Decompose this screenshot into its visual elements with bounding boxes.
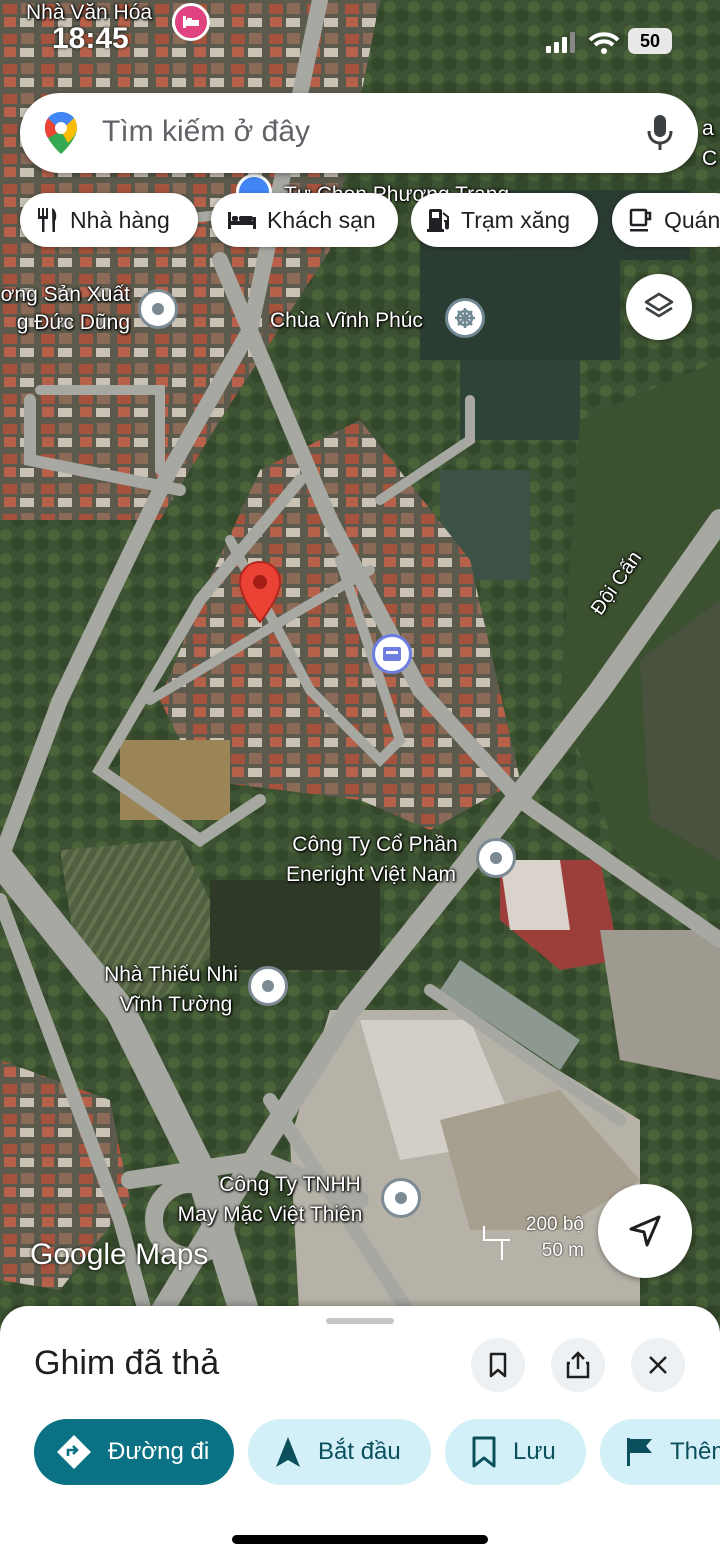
poi-pin-icon[interactable] — [138, 289, 178, 329]
google-maps-logo-icon — [45, 112, 77, 154]
coffee-cup-icon — [628, 207, 654, 233]
share-button[interactable] — [551, 1338, 605, 1392]
chip-label: Khách sạn — [267, 206, 376, 233]
label-nha-thieu-nhi-line2[interactable]: Vĩnh Tường — [96, 992, 256, 1017]
home-indicator[interactable] — [232, 1535, 488, 1544]
scale-meters: 50 m — [541, 1240, 584, 1261]
chip-restaurants[interactable]: Nhà hàng — [20, 193, 198, 247]
more-label: Thêm — [670, 1438, 720, 1465]
bed-icon — [227, 210, 257, 230]
layers-button[interactable] — [626, 274, 692, 340]
wifi-icon — [588, 32, 620, 54]
chip-cafes[interactable]: Quán — [612, 193, 720, 247]
scale-bar — [483, 1226, 510, 1260]
label-edge-right-1: a — [702, 117, 714, 140]
save-label: Lưu — [513, 1438, 556, 1465]
label-chua-vinh-phuc[interactable]: Chùa Vĩnh Phúc — [270, 308, 423, 333]
search-bar[interactable]: Tìm kiếm ở đây — [20, 93, 698, 173]
start-navigation-button[interactable]: Bắt đầu — [248, 1419, 431, 1485]
bookmark-icon — [489, 1352, 507, 1378]
label-cong-ty-co-phan-line2[interactable]: Eneright Việt Nam — [262, 862, 480, 887]
map-scale: 200 bộ 50 m — [480, 1214, 590, 1264]
temple-pin-icon[interactable] — [445, 298, 485, 338]
chip-hotels[interactable]: Khách sạn — [211, 193, 398, 247]
layers-icon — [644, 292, 674, 318]
navigation-arrow-icon — [629, 1215, 661, 1247]
poi-pin-icon[interactable] — [476, 838, 516, 878]
label-cong-ty-tnhh-line1[interactable]: Công Ty TNHH — [200, 1172, 380, 1197]
status-time: 18:45 — [52, 22, 129, 55]
search-input[interactable]: Tìm kiếm ở đây — [102, 115, 310, 149]
microphone-icon[interactable] — [646, 113, 674, 153]
close-button[interactable] — [631, 1338, 685, 1392]
share-icon — [566, 1351, 590, 1379]
label-cong-ty-tnhh-line2[interactable]: May Mặc Việt Thiên — [160, 1202, 380, 1227]
scale-feet: 200 bộ — [525, 1214, 584, 1235]
flag-icon — [624, 1436, 654, 1468]
fork-knife-icon — [36, 207, 60, 233]
drag-handle[interactable] — [326, 1318, 394, 1324]
cellular-signal-icon — [546, 32, 620, 54]
chip-label: Nhà hàng — [70, 206, 170, 233]
directions-icon — [56, 1434, 92, 1470]
atm-pin-icon[interactable] — [372, 634, 412, 674]
start-label: Bắt đầu — [318, 1438, 401, 1465]
chip-label: Trạm xăng — [461, 206, 571, 233]
bookmark-icon — [471, 1436, 497, 1468]
save-bookmark-button[interactable] — [471, 1338, 525, 1392]
status-bar: 18:45 50 — [0, 0, 720, 80]
navigation-arrow-icon — [274, 1435, 302, 1469]
place-bottom-sheet[interactable]: Ghim đã thả Đường đi Bắt đầu Lưu Thêm — [0, 1306, 720, 1557]
google-maps-attribution: Google Maps — [30, 1238, 209, 1271]
chip-gas-stations[interactable]: Trạm xăng — [411, 193, 598, 247]
save-button[interactable]: Lưu — [445, 1419, 586, 1485]
poi-pin-icon[interactable] — [381, 1178, 421, 1218]
chip-label: Quán — [664, 206, 720, 233]
close-icon — [649, 1356, 667, 1374]
gas-station-icon — [427, 207, 451, 233]
label-nha-thieu-nhi-line1[interactable]: Nhà Thiếu Nhi — [86, 962, 256, 987]
my-location-button[interactable] — [598, 1184, 692, 1278]
category-chips: Nhà hàng Khách sạn Trạm xăng Quán — [20, 193, 720, 247]
poi-pin-icon[interactable] — [248, 966, 288, 1006]
battery-indicator: 50 — [628, 28, 672, 54]
label-edge-right-2: C — [702, 147, 718, 170]
more-button[interactable]: Thêm — [600, 1419, 720, 1485]
sheet-title: Ghim đã thả — [34, 1344, 220, 1382]
directions-label: Đường đi — [108, 1438, 210, 1465]
label-cong-ty-co-phan-line1[interactable]: Công Ty Cổ Phần — [270, 832, 480, 857]
label-san-xuat-line2[interactable]: g Đức Dũng — [0, 310, 130, 335]
label-san-xuat-line1[interactable]: ơng Sản Xuất — [0, 282, 130, 307]
dropped-pin-icon[interactable] — [238, 560, 282, 626]
directions-button[interactable]: Đường đi — [34, 1419, 234, 1485]
